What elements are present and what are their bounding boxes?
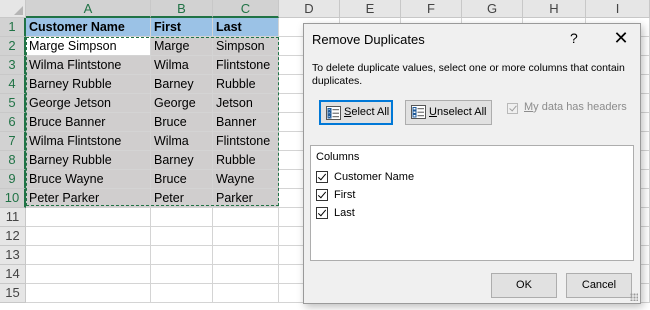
headers-check-label: My data has headers [524,101,627,113]
column-checkbox-label: Customer Name [334,171,415,183]
empty-cell[interactable] [151,208,213,227]
cancel-button[interactable]: Cancel [566,273,632,298]
select-all-button[interactable]: Select All [319,100,393,125]
dialog-description: To delete duplicate values, select one o… [312,62,625,87]
check-box[interactable] [316,207,328,219]
column-checkbox-label: Last [334,207,355,219]
row-header-10[interactable]: 10 [0,189,26,208]
empty-cell[interactable] [151,284,213,303]
row-header-9[interactable]: 9 [0,170,26,189]
selection-range [26,37,279,206]
empty-cell[interactable] [26,246,151,265]
empty-cell[interactable] [26,227,151,246]
empty-cell[interactable] [213,284,279,303]
column-header-g[interactable]: G [462,0,523,18]
empty-cell[interactable] [213,208,279,227]
header-cell[interactable]: Customer Name [26,18,151,37]
column-header-b[interactable]: B [151,0,213,18]
header-cell[interactable]: First [151,18,213,37]
check-box[interactable] [316,171,328,183]
row-header-13[interactable]: 13 [0,246,26,265]
resize-grip[interactable] [630,293,638,301]
help-button[interactable]: ? [570,30,578,46]
header-cell[interactable]: Last [213,18,279,37]
row-header-14[interactable]: 14 [0,265,26,284]
row-header-3[interactable]: 3 [0,56,26,75]
row-header-7[interactable]: 7 [0,132,26,151]
headers-check-box[interactable] [507,103,518,114]
row-header-12[interactable]: 12 [0,227,26,246]
empty-cell[interactable] [151,246,213,265]
columns-label: Columns [316,151,360,163]
column-header-f[interactable]: F [401,0,462,18]
select-all-icon [326,106,341,120]
row-header-2[interactable]: 2 [0,37,26,56]
row-header-11[interactable]: 11 [0,208,26,227]
empty-cell[interactable] [213,246,279,265]
remove-duplicates-dialog: Remove Duplicates ? ✕ To delete duplicat… [303,23,641,304]
empty-cell[interactable] [26,265,151,284]
column-header-e[interactable]: E [340,0,401,18]
columns-list: Columns Customer Name First Last [310,145,634,261]
ok-button[interactable]: OK [491,273,557,298]
row-header-15[interactable]: 15 [0,284,26,303]
row-header-8[interactable]: 8 [0,151,26,170]
row-header-6[interactable]: 6 [0,113,26,132]
column-header-i[interactable]: I [586,0,650,18]
close-button[interactable]: ✕ [610,27,632,49]
column-checkbox-label: First [334,189,356,201]
empty-cell[interactable] [213,227,279,246]
empty-cell[interactable] [151,227,213,246]
empty-cell[interactable] [26,284,151,303]
empty-cell[interactable] [151,265,213,284]
check-box[interactable] [316,189,328,201]
select-all-corner[interactable] [0,0,26,18]
row-header-1[interactable]: 1 [0,18,26,37]
row-header-4[interactable]: 4 [0,75,26,94]
empty-cell[interactable] [213,265,279,284]
column-header-d[interactable]: D [279,0,340,18]
column-header-c[interactable]: C [213,0,279,18]
dialog-title: Remove Duplicates [312,32,425,47]
column-header-h[interactable]: H [523,0,586,18]
unselect-all-icon [411,105,426,119]
unselect-all-button[interactable]: Unselect All [405,100,492,125]
column-header-a[interactable]: A [26,0,151,18]
select-all-label: Select All [344,106,390,118]
empty-cell[interactable] [26,208,151,227]
unselect-all-label: Unselect All [429,106,487,118]
row-header-5[interactable]: 5 [0,94,26,113]
